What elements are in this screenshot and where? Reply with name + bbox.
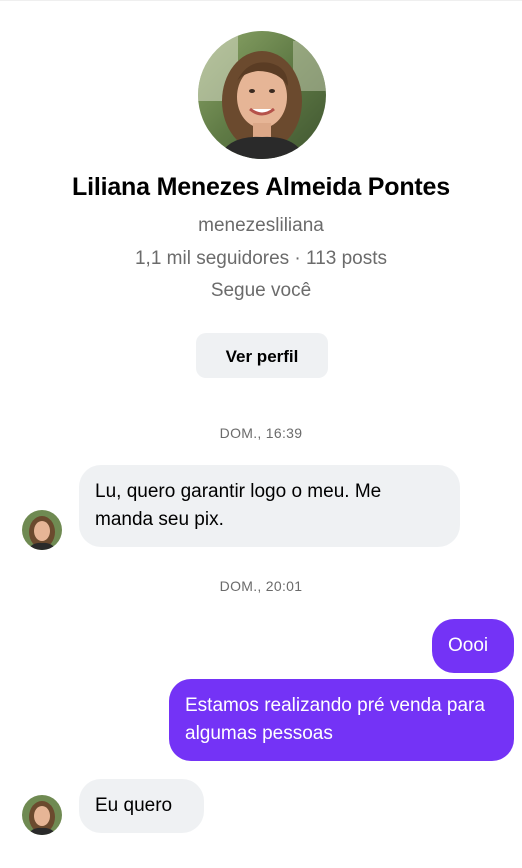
sender-avatar[interactable] (22, 510, 62, 550)
sender-photo (22, 510, 62, 550)
follows-you-label: Segue você (210, 280, 312, 301)
profile-avatar[interactable] (198, 31, 326, 159)
sender-photo (22, 795, 62, 835)
outgoing-message[interactable]: Oooi (432, 619, 514, 673)
profile-name: Liliana Menezes Almeida Pontes (72, 173, 450, 201)
message-timestamp: DOM., 20:01 (219, 578, 303, 594)
profile-photo (198, 31, 326, 159)
profile-stats: 1,1 mil seguidores · 113 posts (134, 248, 388, 269)
outgoing-message[interactable]: Estamos realizando pré venda para alguma… (169, 679, 514, 761)
message-timestamp: DOM., 16:39 (219, 425, 303, 441)
top-divider (0, 0, 522, 1)
profile-username: menezesliliana (198, 215, 324, 236)
incoming-message[interactable]: Eu quero (79, 779, 204, 833)
view-profile-button[interactable]: Ver perfil (196, 333, 328, 378)
incoming-message[interactable]: Lu, quero garantir logo o meu. Me manda … (79, 465, 460, 547)
sender-avatar[interactable] (22, 795, 62, 835)
